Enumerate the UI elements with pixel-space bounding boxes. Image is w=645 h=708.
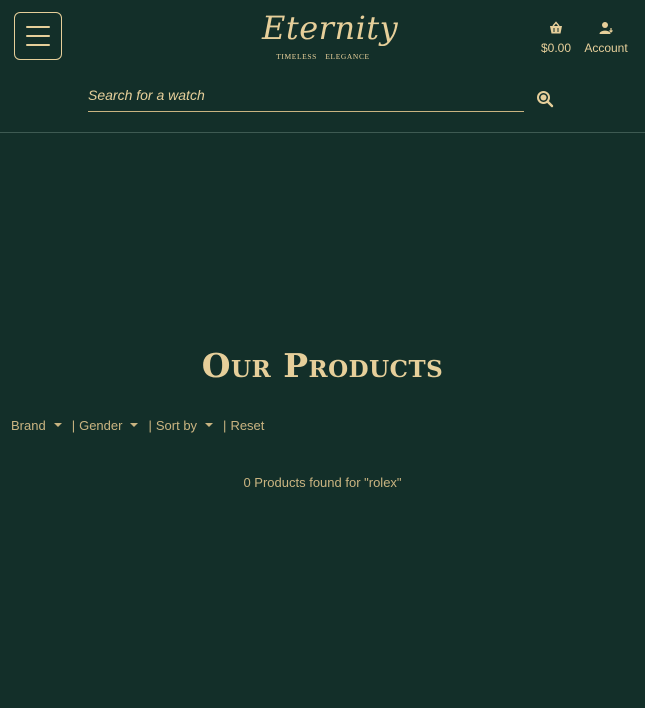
- sort-label: Sort by: [155, 417, 198, 433]
- sort-dropdown[interactable]: Sort by: [156, 418, 223, 433]
- search-input[interactable]: [88, 78, 524, 111]
- gender-label: Gender: [79, 417, 123, 433]
- logo-name: Eternity: [262, 9, 399, 47]
- cart-total: $0.00: [540, 41, 572, 55]
- filter-bar: Brand | Gender | Sort by | Reset: [11, 416, 264, 434]
- separator: |: [148, 417, 152, 433]
- account-button[interactable]: Account: [580, 20, 632, 55]
- search-icon[interactable]: [536, 90, 554, 108]
- account-label: Account: [584, 41, 628, 55]
- chevron-down-icon: [53, 423, 62, 427]
- result-count: 0 Products found for "rolex": [243, 475, 402, 490]
- cart-icon: [550, 21, 562, 34]
- search-bar: [88, 78, 524, 112]
- chevron-down-icon: [205, 423, 214, 427]
- brand-label: Brand: [11, 417, 46, 433]
- logo[interactable]: Eternity TIMELESS ELEGANCE: [262, 8, 399, 66]
- menu-icon: [26, 26, 50, 28]
- site-header: Eternity TIMELESS ELEGANCE $0.00 Account: [0, 0, 645, 133]
- reset-button[interactable]: Reset: [230, 418, 264, 433]
- logo-tagline: TIMELESS ELEGANCE: [276, 52, 370, 61]
- page-title: Our Products: [201, 346, 444, 385]
- gender-dropdown[interactable]: Gender: [79, 418, 148, 433]
- brand-dropdown[interactable]: Brand: [11, 418, 72, 433]
- separator: |: [71, 417, 76, 433]
- menu-button[interactable]: [14, 12, 62, 60]
- account-icon: [599, 22, 613, 34]
- cart-button[interactable]: $0.00: [534, 20, 578, 55]
- separator: |: [223, 417, 227, 433]
- chevron-down-icon: [130, 423, 139, 427]
